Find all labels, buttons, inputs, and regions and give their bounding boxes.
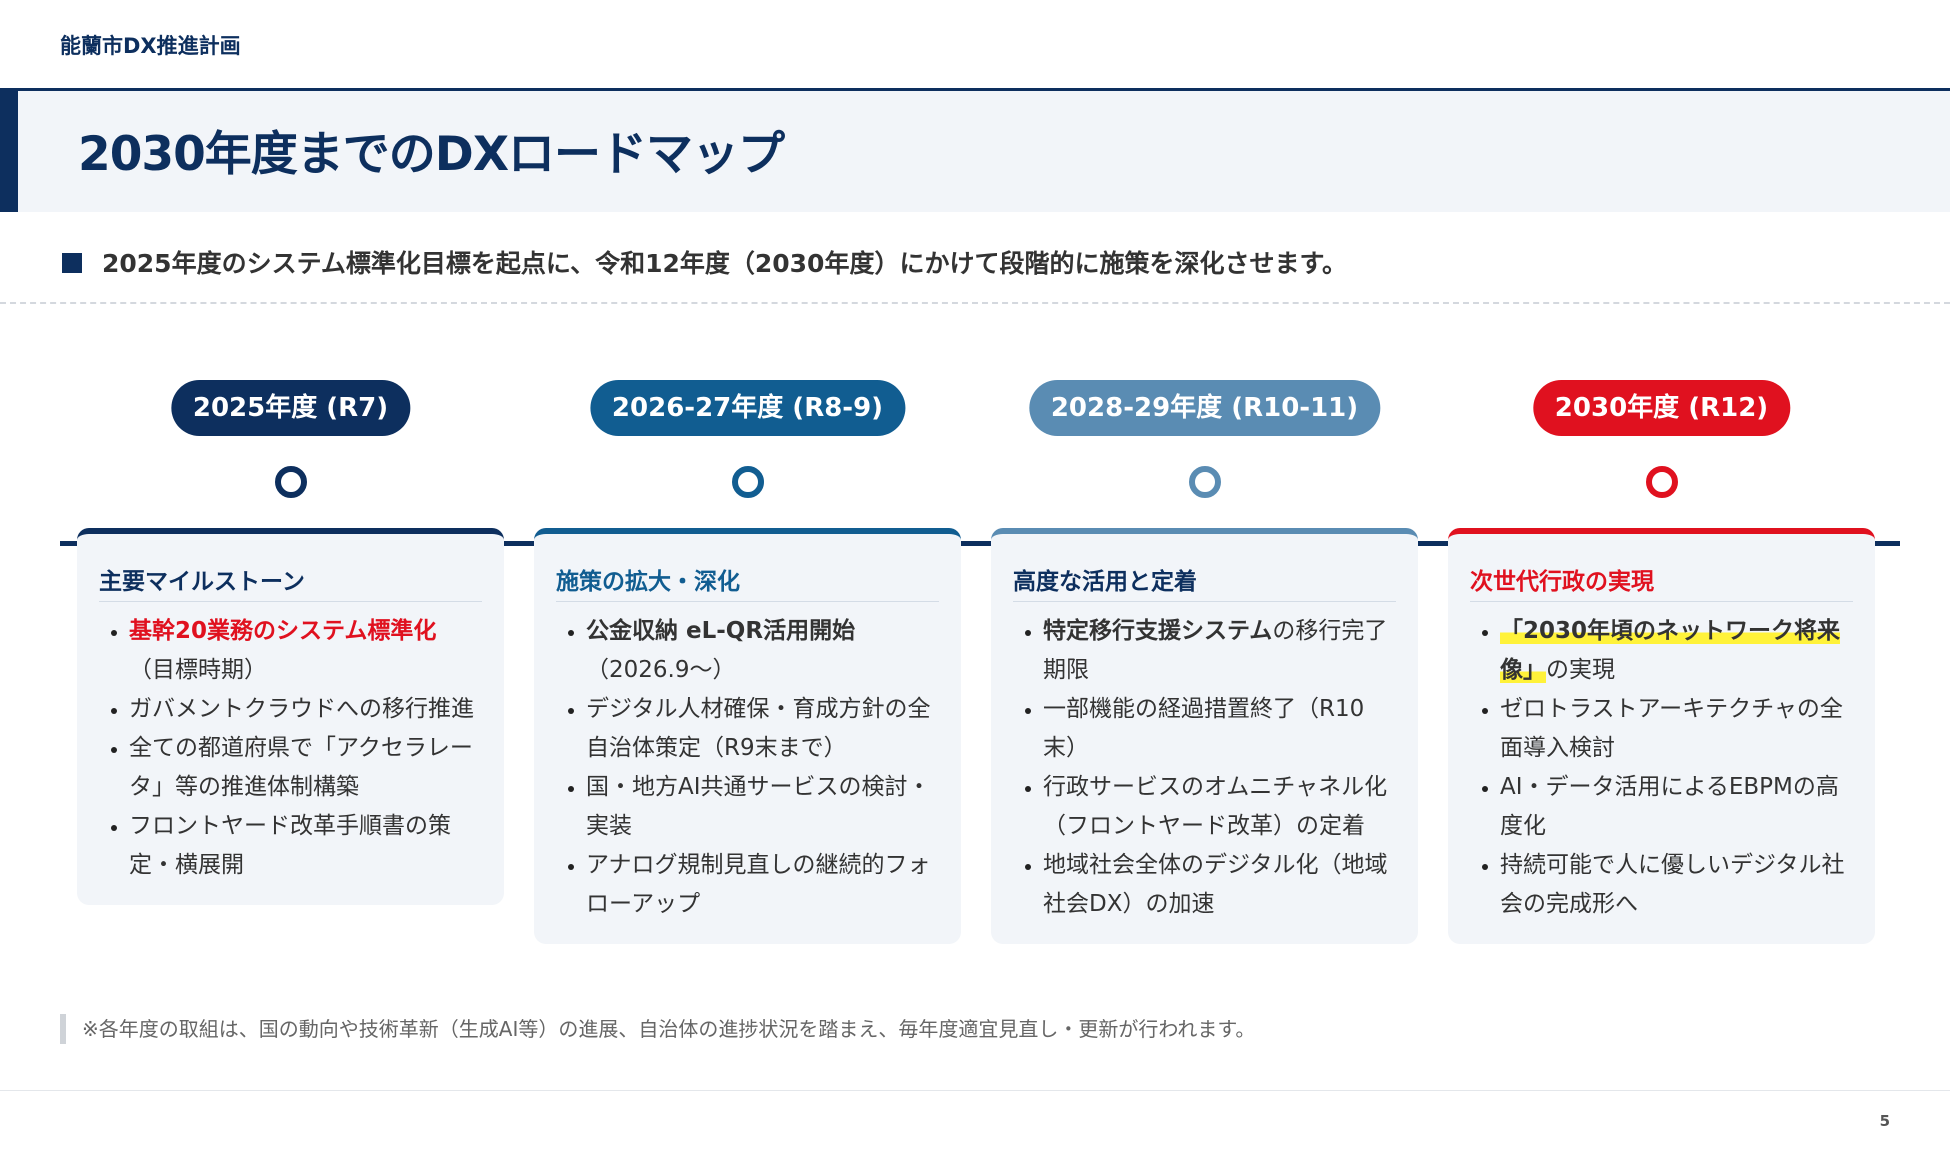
lead-text-content: 2025年度のシステム標準化目標を起点に、令和12年度（2030年度）にかけて段…: [102, 249, 1347, 278]
item-text: アナログ規制見直しの継続的フォローアップ: [586, 852, 931, 917]
list-item: AI・データ活用によるEBPMの高度化: [1500, 768, 1853, 846]
phase-card: 高度な活用と定着 特定移行支援システムの移行完了期限 一部機能の経過措置終了（R…: [991, 528, 1418, 944]
card-heading: 高度な活用と定着: [1013, 562, 1396, 602]
list-item: デジタル人材確保・育成方針の全自治体策定（R9末まで）: [586, 690, 939, 768]
list-item: 「2030年頃のネットワーク将来像」の実現: [1500, 612, 1853, 690]
list-item: ガバメントクラウドへの移行推進: [129, 690, 482, 729]
dashed-divider: [0, 302, 1950, 304]
bold-text: 公金収納 eL-QR活用開始: [586, 618, 856, 644]
list-item: 特定移行支援システムの移行完了期限: [1043, 612, 1396, 690]
list-item: 地域社会全体のデジタル化（地域社会DX）の加速: [1043, 846, 1396, 924]
phase-pill: 2026-27年度 (R8-9): [589, 380, 906, 436]
title-band: 2030年度までのDXロードマップ: [0, 88, 1950, 212]
list-item: 行政サービスのオムニチャネル化（フロントヤード改革）の定着: [1043, 768, 1396, 846]
page-number: 5: [1879, 1112, 1890, 1130]
item-text: 地域社会全体のデジタル化（地域社会DX）の加速: [1043, 852, 1388, 917]
card-heading: 主要マイルストーン: [99, 562, 482, 602]
item-text: フロントヤード改革手順書の策定・横展開: [129, 813, 451, 878]
item-text: ガバメントクラウドへの移行推進: [129, 696, 474, 722]
timeline-node-icon: [731, 466, 764, 498]
page-title: 2030年度までのDXロードマップ: [78, 127, 785, 182]
phase-card: 施策の拡大・深化 公金収納 eL-QR活用開始 （2026.9〜） デジタル人材確…: [534, 528, 961, 944]
item-text: ゼロトラストアーキテクチャの全面導入検討: [1500, 696, 1843, 761]
timeline-node-icon: [1188, 466, 1221, 498]
timeline-node-icon: [274, 466, 307, 498]
list-item: 公金収納 eL-QR活用開始 （2026.9〜）: [586, 612, 939, 690]
phase-pill: 2028-29年度 (R10-11): [1028, 380, 1381, 436]
square-bullet-icon: [62, 253, 82, 273]
list-item: フロントヤード改革手順書の策定・横展開: [129, 807, 482, 885]
document-label: 能蘭市DX推進計画: [60, 34, 241, 58]
phase-card: 主要マイルストーン 基幹20業務のシステム標準化 （目標時期） ガバメントクラウド…: [77, 528, 504, 905]
item-text: 全ての都道府県で「アクセラレータ」等の推進体制構築: [129, 735, 473, 800]
list-item: 全ての都道府県で「アクセラレータ」等の推進体制構築: [129, 729, 482, 807]
list-item: 持続可能で人に優しいデジタル社会の完成形へ: [1500, 846, 1853, 924]
item-text: 一部機能の経過措置終了（R10末）: [1043, 696, 1365, 761]
card-list: 特定移行支援システムの移行完了期限 一部機能の経過措置終了（R10末） 行政サー…: [1013, 612, 1396, 924]
item-text: 国・地方AI共通サービスの検討・実装: [586, 774, 931, 839]
phase-pill: 2025年度 (R7): [170, 380, 411, 436]
bold-text: 特定移行支援システム: [1043, 618, 1273, 644]
card-list: 「2030年頃のネットワーク将来像」の実現 ゼロトラストアーキテクチャの全面導入…: [1470, 612, 1853, 924]
lead-text: 2025年度のシステム標準化目標を起点に、令和12年度（2030年度）にかけて段…: [62, 244, 1347, 280]
footer-divider: [0, 1090, 1950, 1091]
title-accent-bar: [0, 91, 18, 212]
card-heading: 施策の拡大・深化: [556, 562, 939, 602]
card-list: 公金収納 eL-QR活用開始 （2026.9〜） デジタル人材確保・育成方針の全自…: [556, 612, 939, 924]
item-text: の実現: [1546, 657, 1615, 683]
item-text: （2026.9〜）: [586, 657, 736, 683]
phase-card: 次世代行政の実現 「2030年頃のネットワーク将来像」の実現 ゼロトラストアーキ…: [1448, 528, 1875, 944]
phase-pill: 2030年度 (R12): [1532, 380, 1791, 436]
item-text: 持続可能で人に優しいデジタル社会の完成形へ: [1500, 852, 1845, 917]
list-item: 国・地方AI共通サービスの検討・実装: [586, 768, 939, 846]
list-item: ゼロトラストアーキテクチャの全面導入検討: [1500, 690, 1853, 768]
card-list: 基幹20業務のシステム標準化 （目標時期） ガバメントクラウドへの移行推進 全ての…: [99, 612, 482, 885]
highlight-text: 基幹20業務のシステム標準化: [129, 618, 437, 644]
footnote: ※各年度の取組は、国の動向や技術革新（生成AI等）の進展、自治体の進捗状況を踏ま…: [60, 1014, 1255, 1044]
list-item: アナログ規制見直しの継続的フォローアップ: [586, 846, 939, 924]
timeline-node-icon: [1645, 466, 1678, 498]
item-text: AI・データ活用によるEBPMの高度化: [1500, 774, 1839, 839]
item-text: 行政サービスのオムニチャネル化（フロントヤード改革）の定着: [1043, 774, 1388, 839]
list-item: 基幹20業務のシステム標準化 （目標時期）: [129, 612, 482, 690]
item-text: （目標時期）: [129, 657, 267, 683]
card-heading: 次世代行政の実現: [1470, 562, 1853, 602]
item-text: デジタル人材確保・育成方針の全自治体策定（R9末まで）: [586, 696, 931, 761]
list-item: 一部機能の経過措置終了（R10末）: [1043, 690, 1396, 768]
